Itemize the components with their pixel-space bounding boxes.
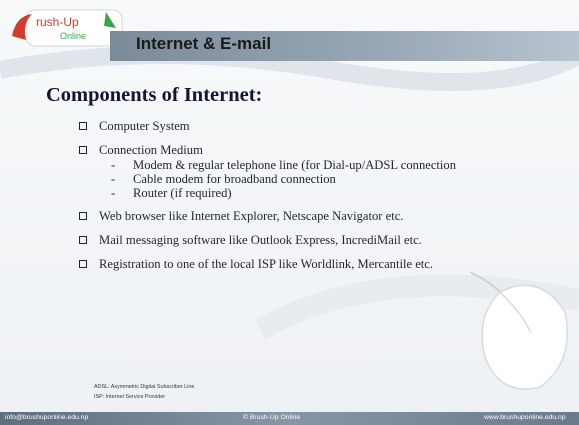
sub-list-item: - Modem & regular telephone line (for Di… [99,158,519,172]
dash-marker: - [111,172,116,186]
footnotes: ADSL: Asymmetric Digital Subscriber Line… [94,382,194,402]
section-heading: Components of Internet: [46,84,263,106]
list-item: Connection Medium - Modem & regular tele… [79,143,519,200]
svg-text:Online: Online [60,31,86,41]
sub-list-item-text: Cable modem for broadband connection [133,172,336,186]
footer-bar: info@brushuponline.edu.np © Brush-Up Onl… [0,412,579,425]
sub-list: - Modem & regular telephone line (for Di… [99,158,519,200]
checkbox-bullet-icon [79,236,87,244]
footnote: ADSL: Asymmetric Digital Subscriber Line [94,384,195,390]
footer-website: www.brushuponline.edu.np [484,414,566,421]
list-item-text: Computer System [99,119,190,133]
checkbox-bullet-icon [79,260,87,268]
footer-copyright: © Brush-Up Online [243,414,301,421]
list-item-text: Connection Medium [99,143,203,157]
list-item-text: Web browser like Internet Explorer, Nets… [99,209,404,223]
list-item-text: Mail messaging software like Outlook Exp… [99,233,422,247]
sub-list-item: - Router (if required) [99,186,519,200]
sub-list-item-text: Modem & regular telephone line (for Dial… [133,158,457,172]
list-item: Computer System [79,119,519,134]
list-item: Mail messaging software like Outlook Exp… [79,233,519,248]
computer-mouse-watermark-icon [470,272,568,390]
list-item: Registration to one of the local ISP lik… [79,257,519,272]
list-item-text: Registration to one of the local ISP lik… [99,257,434,271]
slide: rush-Up Online Internet & E-mail Compone… [0,0,579,425]
checkbox-bullet-icon [79,146,87,154]
dash-marker: - [111,186,116,200]
sub-list-item: - Cable modem for broadband connection [99,172,519,186]
bullet-list: Computer System Connection Medium - Mode… [79,119,519,281]
footnote: ISP: Internet Service Provider [94,394,166,400]
list-item: Web browser like Internet Explorer, Nets… [79,209,519,224]
checkbox-bullet-icon [79,122,87,130]
dash-marker: - [111,158,116,172]
sub-list-item-text: Router (if required) [133,186,232,200]
checkbox-bullet-icon [79,212,87,220]
footer-email: info@brushuponline.edu.np [5,414,89,421]
svg-text:rush-Up: rush-Up [36,15,79,29]
slide-title: Internet & E-mail [136,34,272,53]
